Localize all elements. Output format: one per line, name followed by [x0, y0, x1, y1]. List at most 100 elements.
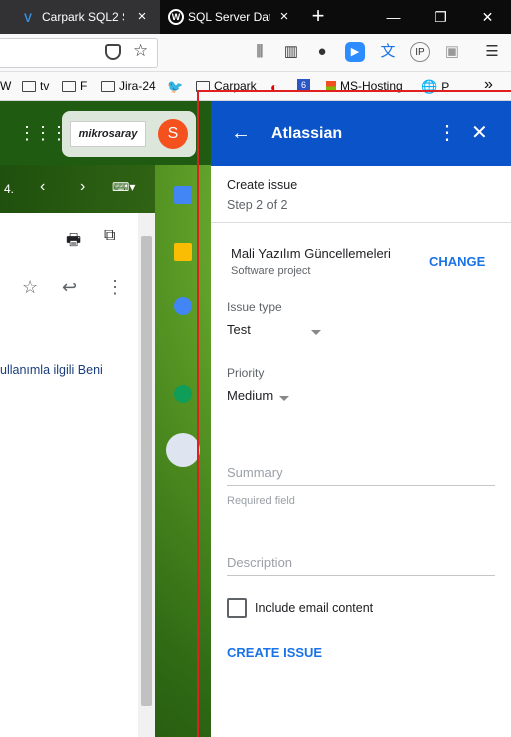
folder-icon — [101, 80, 115, 92]
bookmark-folder-tv[interactable]: tv — [22, 79, 49, 93]
step-indicator: Step 2 of 2 — [227, 198, 288, 212]
globe-bookmark[interactable]: 🌐 P — [421, 79, 449, 95]
more-vert-icon[interactable]: ⋮ — [437, 121, 457, 145]
tab-sql-server[interactable]: W SQL Server Data × — [160, 0, 302, 34]
pager-text: 4. — [4, 182, 15, 196]
window-close-button[interactable]: ✕ — [464, 0, 511, 34]
calendar-addon-icon[interactable] — [174, 186, 192, 204]
include-email-checkbox[interactable] — [227, 598, 247, 618]
globe-icon: 🌐 — [421, 79, 438, 94]
folder-icon — [22, 80, 36, 92]
change-project-button[interactable]: CHANGE — [429, 254, 485, 269]
open-new-window-icon[interactable]: ⧉ — [104, 227, 115, 245]
priority-select[interactable]: Medium — [227, 388, 337, 408]
close-icon[interactable]: ✕ — [471, 121, 488, 145]
bookmark-label: Carpark — [214, 79, 257, 93]
bookmarks-bar: W tv F Jira-24 🐦 Carpark ◐ 6 MS-Hosting … — [0, 72, 511, 101]
calendar-bookmark[interactable]: 6 — [297, 79, 311, 91]
atlassian-addon-icon[interactable] — [166, 433, 200, 467]
project-name: Mali Yazılım Güncellemeleri — [231, 246, 391, 261]
bookmark-label: MS-Hosting — [340, 79, 403, 93]
tab-bar: V Carpark SQL2 Se × W SQL Server Data × … — [0, 0, 511, 34]
bookmark-label: F — [80, 79, 88, 93]
dropdown-caret-icon — [311, 330, 321, 335]
twitter-bookmark[interactable]: 🐦 — [167, 79, 183, 95]
bookmark-label: tv — [40, 79, 50, 93]
keyboard-icon[interactable]: ⌨▾ — [112, 180, 135, 194]
close-icon[interactable]: × — [276, 9, 292, 25]
wordpress-icon: W — [168, 9, 184, 25]
gmail-toolbar: 4. ‹ › ⌨▾ — [0, 165, 155, 213]
menu-icon[interactable]: ☰ — [482, 42, 502, 62]
sidebar-icon[interactable]: ▥ — [281, 42, 301, 62]
email-snippet: ullanımla ilgili Beni — [0, 363, 103, 377]
issue-type-value: Test — [227, 322, 251, 337]
folder-icon — [196, 80, 210, 92]
summary-hint: Required field — [227, 495, 295, 507]
project-type: Software project — [231, 265, 311, 277]
reply-icon[interactable]: ↩ — [62, 277, 77, 298]
close-icon[interactable]: × — [134, 9, 150, 25]
next-icon[interactable]: › — [80, 178, 85, 196]
summary-underline — [227, 485, 495, 486]
email-view: 🖶 ⧉ ☆ ↩ ⋮ ullanımla ilgili Beni — [0, 213, 155, 737]
bookmark-folder-f[interactable]: F — [62, 79, 87, 93]
summary-input[interactable]: Summary — [227, 465, 283, 480]
back-arrow-icon[interactable]: ← — [231, 121, 251, 145]
new-tab-button[interactable]: + — [306, 4, 330, 28]
library-icon[interactable]: ⫼ — [250, 42, 270, 62]
description-underline — [227, 575, 495, 576]
vodafone-icon: ◐ — [270, 79, 279, 95]
addon-icon[interactable] — [174, 385, 192, 403]
issue-type-select[interactable]: Test — [227, 322, 337, 342]
panel-heading: Create issue — [227, 178, 298, 192]
apps-grid-icon[interactable]: ⋮⋮⋮ — [18, 123, 68, 144]
twitter-icon: 🐦 — [167, 79, 184, 94]
bookmark-star-icon[interactable]: ☆ — [133, 41, 148, 61]
tab-carpark[interactable]: V Carpark SQL2 Se × — [0, 0, 160, 34]
addon-strip — [164, 171, 204, 591]
priority-label: Priority — [227, 366, 265, 380]
minimize-button[interactable]: — — [370, 0, 417, 34]
tasks-addon-icon[interactable] — [174, 297, 192, 315]
ip-extension-icon[interactable]: IP — [410, 42, 430, 62]
translate-icon[interactable]: 文 — [378, 42, 398, 62]
ms-hosting-icon — [326, 80, 336, 92]
print-icon[interactable]: 🖶 — [66, 229, 81, 256]
folder-icon — [62, 80, 76, 92]
star-icon[interactable]: ☆ — [22, 277, 38, 298]
account-icon[interactable]: ● — [312, 42, 332, 62]
restore-button[interactable]: ❐ — [417, 0, 464, 34]
ms-hosting-bookmark[interactable]: MS-Hosting — [326, 79, 403, 93]
issue-type-label: Issue type — [227, 300, 282, 314]
bookmark-folder-carpark[interactable]: Carpark — [196, 79, 257, 93]
tab-title: Carpark SQL2 Se — [42, 10, 124, 24]
bookmark-label: Jira-24 — [119, 79, 156, 93]
vodafone-bookmark[interactable]: ◐ — [270, 79, 278, 95]
avatar[interactable]: S — [158, 119, 188, 149]
pocket-icon[interactable] — [105, 44, 121, 60]
bookmark-label: W — [0, 79, 12, 93]
bookmark-label: P — [441, 80, 450, 94]
calendar-icon: 6 — [297, 79, 311, 91]
include-email-label: Include email content — [255, 601, 374, 615]
prev-icon[interactable]: ‹ — [40, 178, 45, 196]
url-bar[interactable]: ☆ — [0, 38, 158, 68]
description-input[interactable]: Description — [227, 555, 292, 570]
panel-header: ← Atlassian ⋮ ✕ — [211, 101, 511, 166]
gmail-header: ⋮⋮⋮ mikrosaray S — [0, 101, 211, 165]
divider — [211, 222, 511, 223]
scrollbar-thumb[interactable] — [141, 236, 152, 706]
more-icon[interactable]: ⋮ — [106, 277, 124, 298]
jira-tab-icon: V — [24, 11, 33, 25]
zoom-extension-icon[interactable]: ▶ — [345, 42, 365, 62]
extension-icon[interactable]: ▣ — [442, 42, 462, 62]
bookmark-folder-jira[interactable]: Jira-24 — [101, 79, 156, 93]
keep-addon-icon[interactable] — [174, 243, 192, 261]
bookmarks-overflow-button[interactable]: » — [484, 76, 493, 94]
account-switcher[interactable]: mikrosaray S — [62, 111, 196, 157]
panel-title: Atlassian — [271, 125, 343, 142]
bookmark-item[interactable]: W — [0, 79, 11, 93]
create-issue-button[interactable]: CREATE ISSUE — [227, 645, 322, 660]
dropdown-caret-icon — [279, 396, 289, 401]
